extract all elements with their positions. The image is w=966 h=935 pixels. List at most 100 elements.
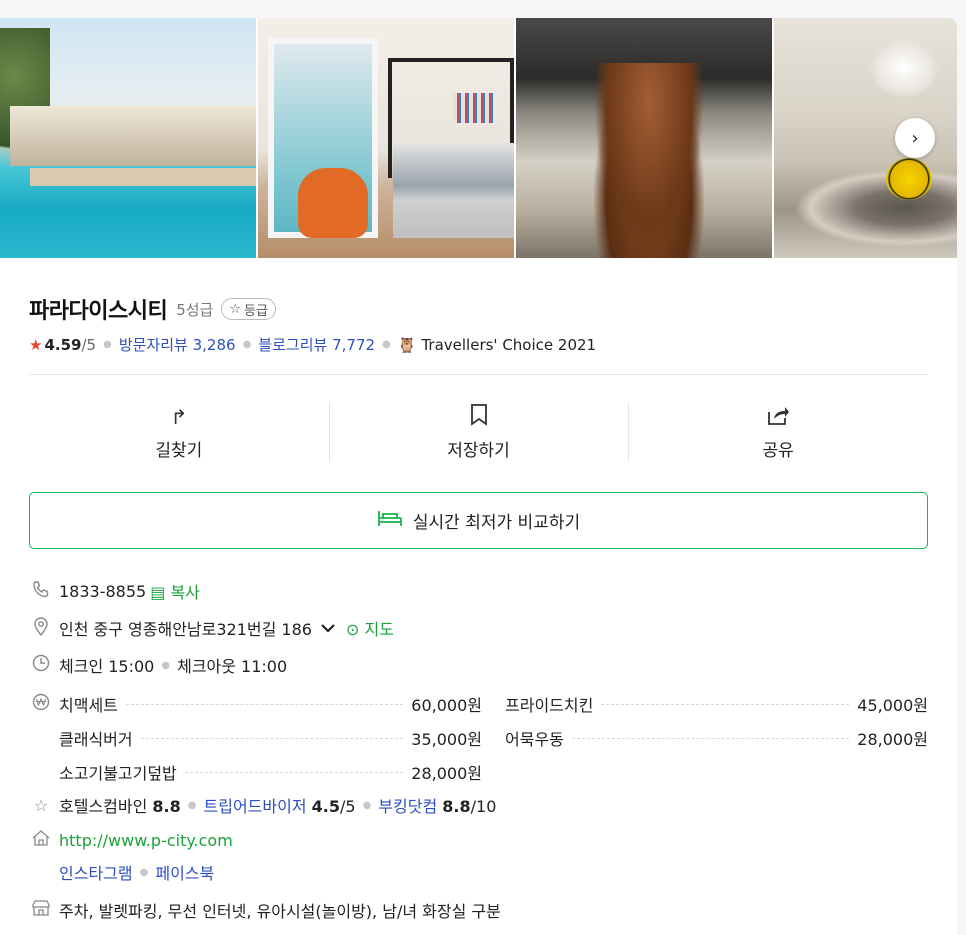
facilities-text: 주차, 발렛파킹, 무선 인터넷, 유아시설(놀이방), 남/녀 화장실 구분 <box>59 902 501 921</box>
copy-phone-button[interactable]: ▤ 복사 <box>150 579 200 603</box>
blog-reviews-count: 7,772 <box>332 336 376 354</box>
visitor-reviews-label: 방문자리뷰 <box>118 336 188 354</box>
map-link[interactable]: ⊙ 지도 <box>346 616 394 640</box>
external-ratings-row: ☆ 호텔스컴바인 8.8 ● 트립어드바이저 4.5/5 ● 부킹닷컴 8.8/… <box>29 793 497 817</box>
photo-bedroom[interactable] <box>258 18 514 258</box>
separator-dot: ● <box>103 339 112 350</box>
separator-dot: ● <box>161 659 171 671</box>
checkout-time: 체크아웃 11:00 <box>177 657 288 676</box>
rating-score: 4.5 <box>311 797 340 816</box>
social-links: 인스타그램 ● 페이스북 <box>59 860 214 884</box>
menu-item: 어묵우동 28,000원 <box>505 726 928 750</box>
visitor-reviews-count: 3,286 <box>192 336 236 354</box>
place-card: › 파라다이스시티 5성급 ☆ 등급 ★ 4.59 /5 ● 방문자리뷰 3,2… <box>0 18 957 935</box>
address-text: 인천 중구 영종해안남로321번길 186 <box>59 620 312 639</box>
rating-max: /5 <box>81 335 97 354</box>
location-pin-icon <box>29 616 53 640</box>
instagram-link[interactable]: 인스타그램 <box>59 860 133 884</box>
external-rating[interactable]: 호텔스컴바인 8.8 <box>59 793 181 817</box>
phone-icon <box>29 580 53 602</box>
photo-pool[interactable] <box>0 18 256 258</box>
menu-item: 클래식버거 35,000원 <box>59 726 482 750</box>
rating-score: 8.8 <box>152 797 181 816</box>
separator-dot: ● <box>382 339 391 350</box>
rating-max: /10 <box>470 797 497 816</box>
website-link[interactable]: http://www.p-city.com <box>59 831 233 850</box>
bed-icon <box>377 508 403 533</box>
facilities-row: 주차, 발렛파킹, 무선 인터넷, 유아시설(놀이방), 남/녀 화장실 구분 <box>29 898 501 922</box>
rating-max: /5 <box>339 797 356 816</box>
share-icon <box>766 404 790 430</box>
menu-item-name: 치맥세트 <box>59 696 118 715</box>
visitor-reviews-link[interactable]: 방문자리뷰 3,286 <box>119 334 236 355</box>
tripadvisor-owl-icon: 🦉 <box>397 335 417 354</box>
address-row: 인천 중구 영종해안남로321번길 186 ⊙ 지도 <box>29 616 394 640</box>
menu-item: 치맥세트 60,000원 <box>59 692 482 716</box>
photo-lobby-sculpture[interactable] <box>516 18 772 258</box>
separator-dot: ● <box>139 866 149 878</box>
award-text: Travellers' Choice 2021 <box>421 335 597 354</box>
map-link-label: 지도 <box>364 620 394 639</box>
copy-label: 복사 <box>170 583 200 602</box>
menu-item-price: 35,000원 <box>411 730 482 749</box>
external-rating[interactable]: 트립어드바이저 4.5/5 <box>204 793 356 817</box>
rating-score: 4.59 <box>44 335 82 354</box>
rating-site: 호텔스컴바인 <box>59 797 148 816</box>
blog-reviews-label: 블로그리뷰 <box>258 336 328 354</box>
rating-row: ★ 4.59 /5 ● 방문자리뷰 3,286 ● 블로그리뷰 7,772 ● … <box>29 334 596 355</box>
share-button[interactable]: 공유 <box>628 396 928 468</box>
copy-icon: ▤ <box>150 583 166 602</box>
chevron-right-icon: › <box>911 127 919 149</box>
grade-badge-label: 등급 <box>244 303 268 319</box>
compare-prices-label: 실시간 최저가 비교하기 <box>412 513 581 533</box>
menu-item-price: 45,000원 <box>857 696 928 715</box>
star-outline-icon: ☆ <box>229 301 241 317</box>
menu-item-name: 프라이드치킨 <box>505 696 594 715</box>
directions-label: 길찾기 <box>155 440 203 461</box>
share-label: 공유 <box>762 440 794 461</box>
menu-item: 소고기불고기덮밥 28,000원 <box>59 760 482 784</box>
rating-site: 트립어드바이저 <box>203 797 307 816</box>
won-icon <box>29 690 53 714</box>
phone-number[interactable]: 1833-8855 <box>59 582 146 601</box>
rating-score: 8.8 <box>442 797 471 816</box>
title-row: 파라다이스시티 5성급 ☆ 등급 <box>29 293 276 325</box>
compare-prices-button[interactable]: 실시간 최저가 비교하기 <box>29 492 928 549</box>
separator-dot: ● <box>362 799 372 811</box>
star-icon: ★ <box>29 335 43 354</box>
menu-item-price: 28,000원 <box>411 764 482 783</box>
map-pin-icon: ⊙ <box>345 620 360 639</box>
phone-row: 1833-8855 ▤ 복사 <box>29 579 200 603</box>
menu-item-name: 클래식버거 <box>59 730 133 749</box>
menu-item-price: 28,000원 <box>857 730 928 749</box>
checkin-time: 체크인 15:00 <box>59 657 155 676</box>
action-bar: ↱ 길찾기 저장하기 공유 <box>29 396 928 468</box>
facebook-link[interactable]: 페이스북 <box>155 860 214 884</box>
grade-badge[interactable]: ☆ 등급 <box>221 298 276 320</box>
divider <box>29 374 928 375</box>
bookmark-icon <box>470 403 488 430</box>
clock-icon <box>29 654 53 676</box>
home-icon <box>29 830 53 850</box>
photo-strip <box>0 18 957 258</box>
chevron-down-icon[interactable] <box>320 619 336 638</box>
menu-item-name: 어묵우동 <box>505 730 564 749</box>
star-outline-icon: ☆ <box>33 795 49 815</box>
store-icon <box>29 900 53 920</box>
hours-row: 체크인 15:00 ● 체크아웃 11:00 <box>29 653 287 677</box>
separator-dot: ● <box>242 339 252 350</box>
hotel-name: 파라다이스시티 <box>29 299 168 324</box>
next-photo-button[interactable]: › <box>895 118 935 158</box>
hotel-grade: 5성급 <box>176 300 214 319</box>
menu-list: 치맥세트 60,000원 프라이드치킨 45,000원 클래식버거 35,000… <box>59 687 928 789</box>
external-rating[interactable]: 부킹닷컴 8.8/10 <box>378 793 496 817</box>
menu-item-price: 60,000원 <box>411 696 482 715</box>
save-button[interactable]: 저장하기 <box>328 396 629 468</box>
directions-arrow-icon: ↱ <box>170 404 188 429</box>
blog-reviews-link[interactable]: 블로그리뷰 7,772 <box>258 334 375 355</box>
save-label: 저장하기 <box>447 440 510 461</box>
website-row: http://www.p-city.com <box>29 830 233 850</box>
rating-site: 부킹닷컴 <box>378 797 438 816</box>
menu-item-name: 소고기불고기덮밥 <box>59 764 177 783</box>
directions-button[interactable]: ↱ 길찾기 <box>29 396 329 468</box>
